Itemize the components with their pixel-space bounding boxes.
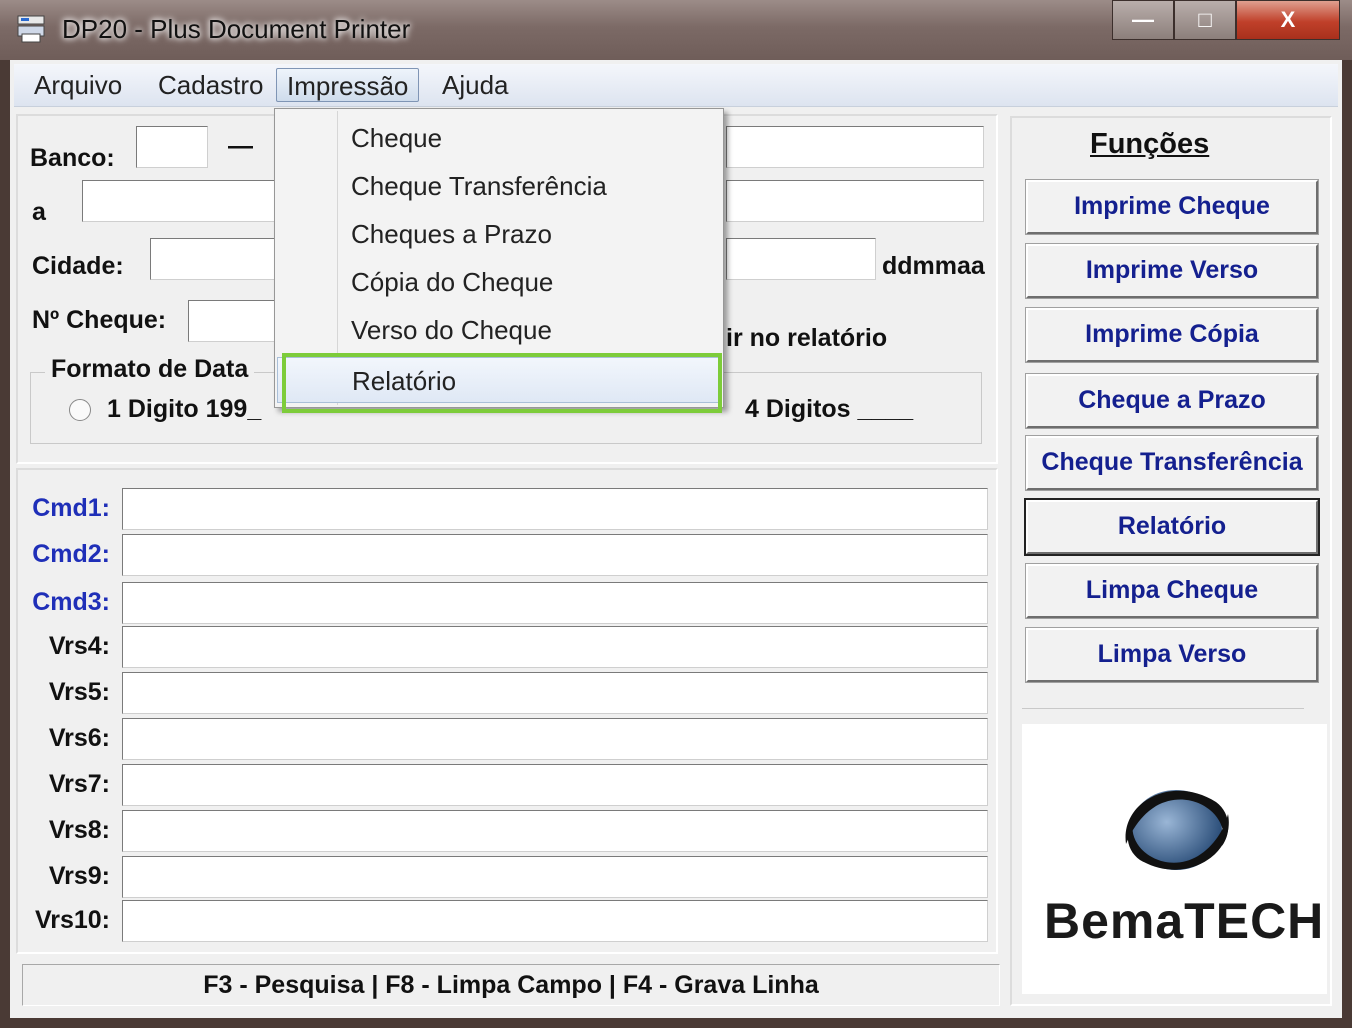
function-button[interactable]: Limpa Cheque: [1025, 563, 1319, 619]
command-input[interactable]: [122, 626, 988, 668]
command-label: Cmd1:: [32, 494, 110, 522]
function-button[interactable]: Limpa Verso: [1025, 627, 1319, 683]
window-title: DP20 - Plus Document Printer: [62, 14, 411, 44]
close-button[interactable]: X: [1236, 0, 1340, 40]
commands-panel: Cmd1: Cmd2: Cmd3: Vrs4: Vrs5: Vrs6: Vrs7: Vrs8:…: [16, 468, 998, 954]
cidade-label: Cidade:: [32, 252, 124, 280]
menu-impressao[interactable]: Impressão: [276, 68, 420, 102]
client-area: Arquivo Cadastro Impressão Ajuda Banco: …: [10, 60, 1342, 1018]
command-input[interactable]: [122, 718, 988, 760]
menu-item-verso-do-cheque[interactable]: Verso do Cheque: [277, 307, 721, 353]
bematech-logo-area: BemaTECH: [1022, 724, 1327, 994]
command-label: Vrs4:: [48, 632, 110, 660]
radio-4-digitos-label[interactable]: 4 Digitos ____: [745, 395, 913, 424]
radio-1-digito-label[interactable]: 1 Digito 199_: [107, 395, 261, 424]
radio-1-digito[interactable]: [69, 399, 91, 421]
formato-data-title: Formato de Data: [45, 355, 255, 384]
command-label: Vrs8:: [48, 816, 110, 844]
banco-separator: —: [228, 132, 253, 160]
data-input[interactable]: [726, 238, 876, 280]
command-input[interactable]: [122, 582, 988, 624]
a-label: a: [32, 198, 46, 226]
command-label: Vrs10:: [34, 906, 110, 934]
function-button[interactable]: Imprime Cheque: [1025, 179, 1319, 235]
relatorio-highlight-box: [282, 353, 722, 413]
bematech-logo-text: BemaTECH: [1044, 893, 1325, 949]
cheque-number-input[interactable]: [188, 300, 282, 342]
date-format-hint: ddmmaa: [882, 252, 985, 280]
relatorio-checkbox-label[interactable]: ir no relatório: [726, 324, 887, 353]
command-input[interactable]: [122, 534, 988, 576]
window-controls: — □ X: [1112, 0, 1340, 40]
menu-cadastro[interactable]: Cadastro: [148, 68, 274, 102]
banco-label: Banco:: [30, 144, 115, 172]
menu-item-cheque-transferencia[interactable]: Cheque Transferência: [277, 163, 721, 209]
function-button[interactable]: Cheque Transferência: [1025, 435, 1319, 491]
command-input[interactable]: [122, 900, 988, 942]
function-button[interactable]: Cheque a Prazo: [1025, 373, 1319, 429]
favorecido-input[interactable]: [82, 180, 282, 222]
command-input[interactable]: [122, 764, 988, 806]
command-input[interactable]: [122, 856, 988, 898]
bematech-logo-icon: [1125, 790, 1229, 870]
status-bar: F3 - Pesquisa | F8 - Limpa Campo | F4 - …: [22, 964, 1000, 1006]
command-label: Vrs5:: [48, 678, 110, 706]
title-bar[interactable]: DP20 - Plus Document Printer — □ X: [0, 0, 1352, 60]
application-window: DP20 - Plus Document Printer — □ X Arqui…: [0, 0, 1352, 1028]
command-label: Vrs6:: [48, 724, 110, 752]
printer-app-icon: [17, 15, 45, 43]
functions-divider: [1022, 708, 1304, 709]
command-label: Vrs7:: [48, 770, 110, 798]
menu-item-copia-do-cheque[interactable]: Cópia do Cheque: [277, 259, 721, 305]
command-input[interactable]: [122, 488, 988, 530]
command-label: Vrs9:: [48, 862, 110, 890]
menu-arquivo[interactable]: Arquivo: [24, 68, 132, 102]
cidade-input[interactable]: [150, 238, 282, 280]
banco-input[interactable]: [136, 126, 208, 168]
command-input[interactable]: [122, 810, 988, 852]
menu-item-cheque[interactable]: Cheque: [277, 115, 721, 161]
command-label: Cmd3:: [32, 588, 110, 616]
favorecido-input-right[interactable]: [726, 180, 984, 222]
banco-name-input[interactable]: [726, 126, 984, 168]
functions-title: Funções: [1090, 128, 1210, 160]
command-label: Cmd2:: [32, 540, 110, 568]
function-button[interactable]: Imprime Cópia: [1025, 307, 1319, 363]
command-input[interactable]: [122, 672, 988, 714]
maximize-button[interactable]: □: [1174, 0, 1236, 40]
menu-item-cheques-a-prazo[interactable]: Cheques a Prazo: [277, 211, 721, 257]
function-button[interactable]: Imprime Verso: [1025, 243, 1319, 299]
minimize-button[interactable]: —: [1112, 0, 1174, 40]
function-button[interactable]: Relatório: [1024, 498, 1320, 556]
menu-bar: Arquivo Cadastro Impressão Ajuda: [14, 64, 1338, 107]
cheque-number-label: Nº Cheque:: [32, 306, 167, 334]
menu-ajuda[interactable]: Ajuda: [432, 68, 519, 102]
